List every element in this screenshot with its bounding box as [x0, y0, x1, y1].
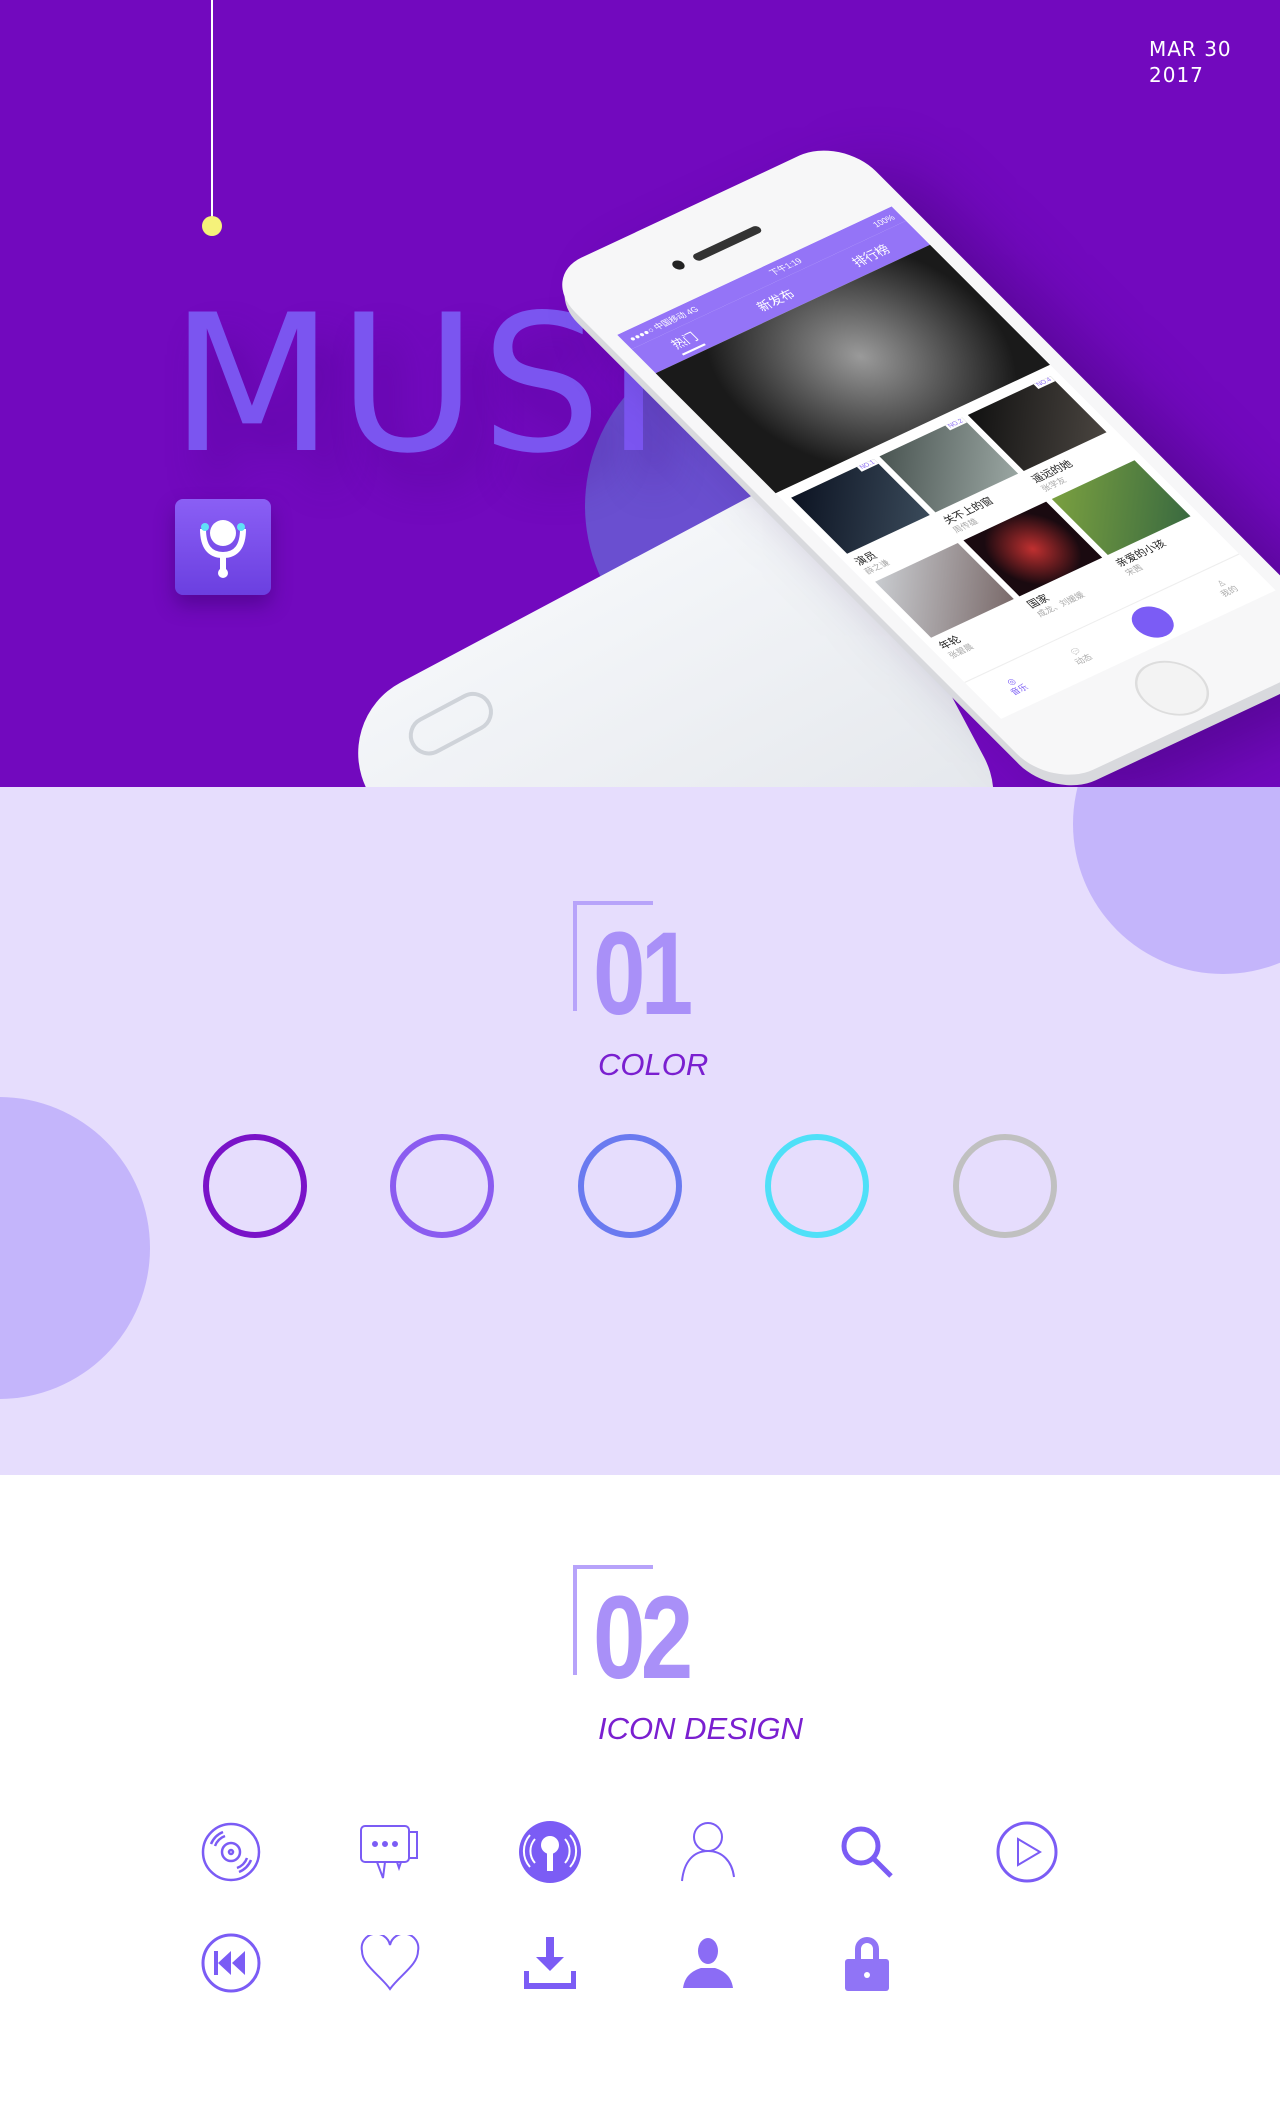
icon-section: 02 ICON DESIGN [0, 1475, 1280, 2115]
user-outline-icon [676, 1820, 740, 1884]
tabbar-music[interactable]: ◎ 音乐 [1000, 674, 1031, 697]
rank-badge: NO.4 [1033, 376, 1056, 390]
download-icon [518, 1931, 582, 1995]
section-number: 01 [593, 908, 693, 1040]
section-label: COLOR [598, 1047, 709, 1082]
tabbar-feed[interactable]: 💬︎ 动态 [1064, 644, 1095, 667]
lock-icon [835, 1931, 899, 1995]
chat-icon [358, 1820, 422, 1884]
section-number: 02 [593, 1572, 693, 1704]
heart-icon [358, 1931, 422, 1995]
decor-circle [1073, 787, 1280, 974]
hanging-line [211, 0, 213, 218]
user-filled-icon [676, 1931, 740, 1995]
play-icon [995, 1820, 1059, 1884]
hanging-dot [202, 216, 222, 236]
color-section: 01 COLOR [0, 787, 1280, 1475]
date: MAR 30 2017 [1149, 36, 1232, 88]
microphone-icon [518, 1820, 582, 1884]
disc-icon [199, 1820, 263, 1884]
microphone-icon[interactable] [1123, 600, 1183, 643]
color-swatch [953, 1134, 1057, 1238]
front-camera [669, 258, 688, 272]
speaker [691, 224, 764, 262]
decor-circle [0, 1097, 150, 1399]
color-swatch [390, 1134, 494, 1238]
color-swatch [765, 1134, 869, 1238]
microphone-icon [200, 520, 246, 578]
camera-lens [401, 684, 500, 763]
tab-hot[interactable]: 热门 [665, 327, 706, 356]
rank-badge: NO.1 [856, 459, 879, 472]
home-button [1119, 651, 1225, 726]
color-swatch [203, 1134, 307, 1238]
app-icon [175, 499, 271, 595]
tabbar-me[interactable]: ♙ 我的 [1210, 576, 1241, 599]
search-icon [835, 1820, 899, 1884]
color-swatch [578, 1134, 682, 1238]
rewind-icon [199, 1931, 263, 1995]
rank-badge: NO.2 [945, 417, 967, 431]
date-month-day: MAR 30 [1149, 37, 1232, 61]
hero-section: MAR 30 2017 MUSI ●●●●○ 中国移动 4G 下午1:19 100… [0, 0, 1280, 787]
date-year: 2017 [1149, 63, 1204, 87]
section-label: ICON DESIGN [598, 1711, 803, 1746]
